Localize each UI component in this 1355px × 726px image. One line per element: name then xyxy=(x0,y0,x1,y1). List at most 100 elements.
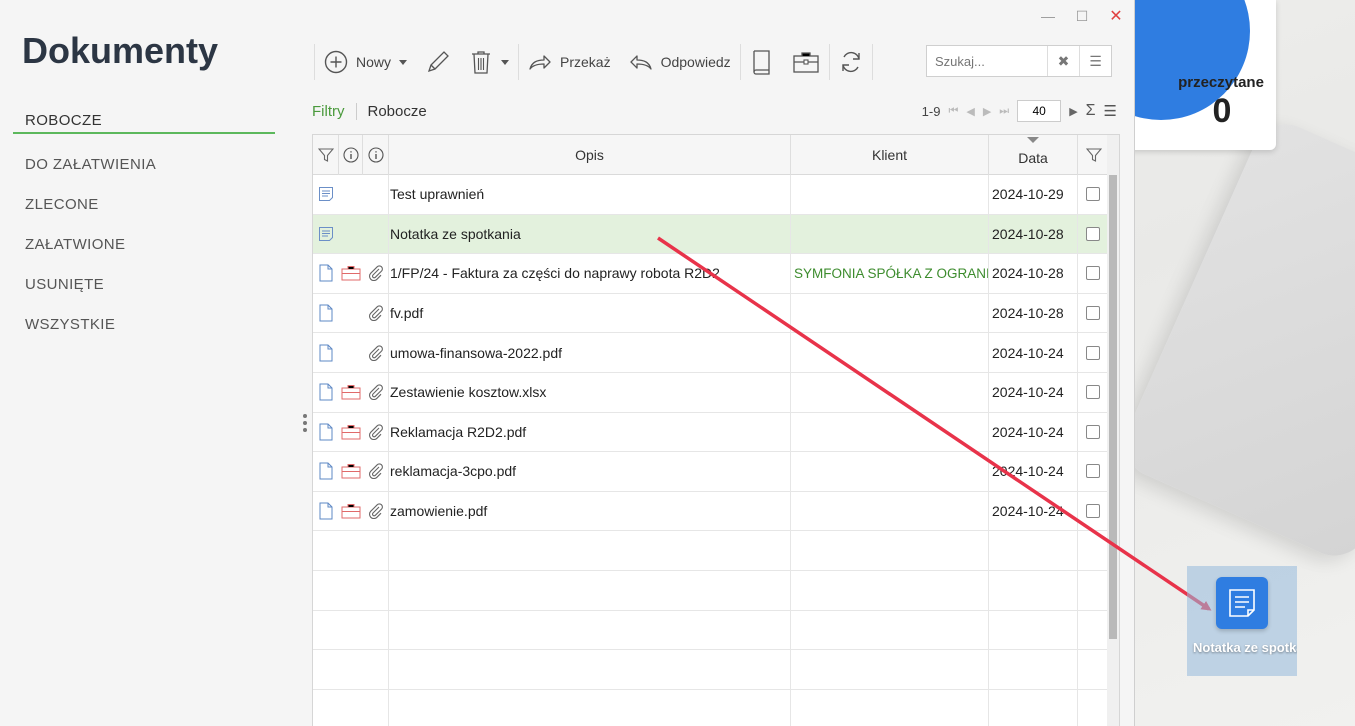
paperclip-icon xyxy=(363,293,389,333)
row-checkbox[interactable] xyxy=(1085,424,1100,439)
column-header-data[interactable]: Data xyxy=(989,135,1078,175)
toolbar-divider xyxy=(871,44,873,80)
close-button[interactable]: ✕ xyxy=(1108,8,1124,25)
empty-row xyxy=(313,610,1109,651)
drag-ghost-label: Notatka ze spotkania xyxy=(1193,640,1297,655)
table-row[interactable]: 1/FP/24 - Faktura za części do naprawy r… xyxy=(313,254,1109,294)
reply-button[interactable]: Odpowiedz xyxy=(620,42,740,82)
cell-data: 2024-10-24 xyxy=(989,412,1078,452)
cell-klient xyxy=(791,175,989,214)
forward-button[interactable]: Przekaż xyxy=(519,42,620,82)
info-icon xyxy=(342,147,359,163)
cell-opis: Notatka ze spotkania xyxy=(389,214,791,254)
case-button[interactable] xyxy=(783,42,829,82)
edit-button[interactable] xyxy=(416,42,460,82)
briefcase-icon xyxy=(339,413,363,452)
empty-cell xyxy=(339,294,363,333)
reply-arrow-icon xyxy=(629,55,652,70)
sidebar-item-robocze[interactable]: ROBOCZE xyxy=(13,108,275,134)
prev-page-icon[interactable]: ◀ xyxy=(966,105,974,118)
search-box: ✖ ☰ xyxy=(926,45,1112,77)
register-button[interactable] xyxy=(741,42,783,82)
panel-splitter-handle[interactable] xyxy=(302,414,308,432)
table-row[interactable]: Notatka ze spotkania 2024-10-28 xyxy=(313,214,1109,255)
pencil-icon xyxy=(427,51,449,73)
search-input[interactable] xyxy=(927,46,1047,76)
cell-klient: SYMFONIA SPÓŁKA Z OGRANICZONĄ xyxy=(791,254,989,293)
row-checkbox[interactable] xyxy=(1085,504,1100,519)
table-row[interactable]: fv.pdf 2024-10-28 xyxy=(313,293,1109,334)
cell-klient xyxy=(791,491,989,531)
column-filter-button[interactable] xyxy=(1078,135,1109,175)
chevron-down-icon xyxy=(501,59,510,65)
scrollbar-thumb[interactable] xyxy=(1109,175,1117,639)
row-checkbox[interactable] xyxy=(1085,345,1100,360)
sidebar-item-usuniete[interactable]: USUNIĘTE xyxy=(13,268,275,308)
row-checkbox[interactable] xyxy=(1085,464,1100,479)
sum-icon[interactable]: Σ xyxy=(1086,102,1096,120)
grid-rows: Test uprawnień 2024-10-29 Notatka ze spotk… xyxy=(313,175,1109,726)
row-checkbox[interactable] xyxy=(1085,187,1100,202)
briefcase-icon xyxy=(339,254,363,293)
row-checkbox-cell xyxy=(1078,373,1107,412)
first-page-icon[interactable]: ⏮ xyxy=(948,105,958,118)
refresh-button[interactable] xyxy=(830,42,872,82)
column-header-klient[interactable]: Klient xyxy=(791,135,989,175)
cell-klient xyxy=(791,412,989,452)
minimize-button[interactable]: — xyxy=(1040,8,1056,24)
clear-search-button[interactable]: ✖ xyxy=(1047,46,1079,76)
refresh-icon xyxy=(841,51,860,73)
drag-ghost: Notatka ze spotkania xyxy=(1187,566,1297,676)
column-info-header[interactable] xyxy=(363,135,389,175)
column-info-header[interactable] xyxy=(339,135,363,175)
table-row[interactable]: umowa-finansowa-2022.pdf 2024-10-24 xyxy=(313,333,1109,373)
filter-icon xyxy=(1085,148,1102,162)
forward-arrow-icon xyxy=(529,55,551,70)
last-page-icon[interactable]: ⏭ xyxy=(999,105,1009,118)
menu-icon[interactable]: ☰ xyxy=(1104,102,1117,120)
document-icon xyxy=(313,254,339,293)
delete-button[interactable] xyxy=(460,42,518,82)
next-icon[interactable]: ▶ xyxy=(1069,105,1077,118)
table-row[interactable]: Zestawienie kosztow.xlsx 2024-10-24 xyxy=(313,372,1109,413)
cell-data: 2024-10-24 xyxy=(989,333,1078,372)
sidebar-item-do-zalatwienia[interactable]: DO ZAŁATWIENIA xyxy=(13,148,275,188)
grid-scrollbar[interactable] xyxy=(1107,135,1119,726)
column-header-opis[interactable]: Opis xyxy=(389,135,791,175)
document-icon xyxy=(313,373,339,412)
current-view-label: Robocze xyxy=(367,102,427,120)
search-options-button[interactable]: ☰ xyxy=(1079,46,1111,76)
column-filter-button[interactable] xyxy=(313,135,339,175)
table-row[interactable]: reklamacja-3cpo.pdf 2024-10-24 xyxy=(313,452,1109,492)
table-row[interactable]: Reklamacja R2D2.pdf 2024-10-24 xyxy=(313,412,1109,453)
row-checkbox-cell xyxy=(1078,175,1107,214)
documents-grid: Opis Klient Data Test uprawnień 2024-10-2… xyxy=(312,134,1120,726)
sidebar-item-zlecone[interactable]: ZLECONE xyxy=(13,188,275,228)
paperclip-icon xyxy=(363,333,389,372)
row-checkbox[interactable] xyxy=(1085,306,1100,321)
cell-opis: 1/FP/24 - Faktura za części do naprawy r… xyxy=(389,254,791,293)
table-row[interactable]: Test uprawnień 2024-10-29 xyxy=(313,175,1109,215)
table-row[interactable]: zamowienie.pdf 2024-10-24 xyxy=(313,491,1109,532)
filters-link[interactable]: Filtry xyxy=(312,102,357,120)
column-header-data-label: Data xyxy=(1018,150,1048,166)
desktop-laptop-image xyxy=(1113,113,1355,567)
next-page-icon[interactable]: ▶ xyxy=(983,105,991,118)
row-checkbox[interactable] xyxy=(1085,226,1100,241)
row-checkbox[interactable] xyxy=(1085,385,1100,400)
pager-range: 1-9 xyxy=(921,103,941,119)
row-checkbox[interactable] xyxy=(1085,266,1100,281)
new-button[interactable]: Nowy xyxy=(315,42,416,82)
row-checkbox-cell xyxy=(1078,413,1107,452)
cell-data: 2024-10-28 xyxy=(989,293,1078,333)
cell-opis: Zestawienie kosztow.xlsx xyxy=(389,372,791,412)
trash-icon xyxy=(472,51,491,74)
page-title: Dokumenty xyxy=(22,30,219,71)
cell-data: 2024-10-28 xyxy=(989,254,1078,293)
sidebar-item-zalatwione[interactable]: ZAŁATWIONE xyxy=(13,228,275,268)
sidebar-item-wszystkie[interactable]: WSZYSTKIE xyxy=(13,308,275,348)
page-size-input[interactable] xyxy=(1017,100,1062,122)
empty-cell xyxy=(363,175,389,214)
paperclip-icon xyxy=(363,372,389,412)
maximize-button[interactable]: ☐ xyxy=(1074,8,1090,24)
